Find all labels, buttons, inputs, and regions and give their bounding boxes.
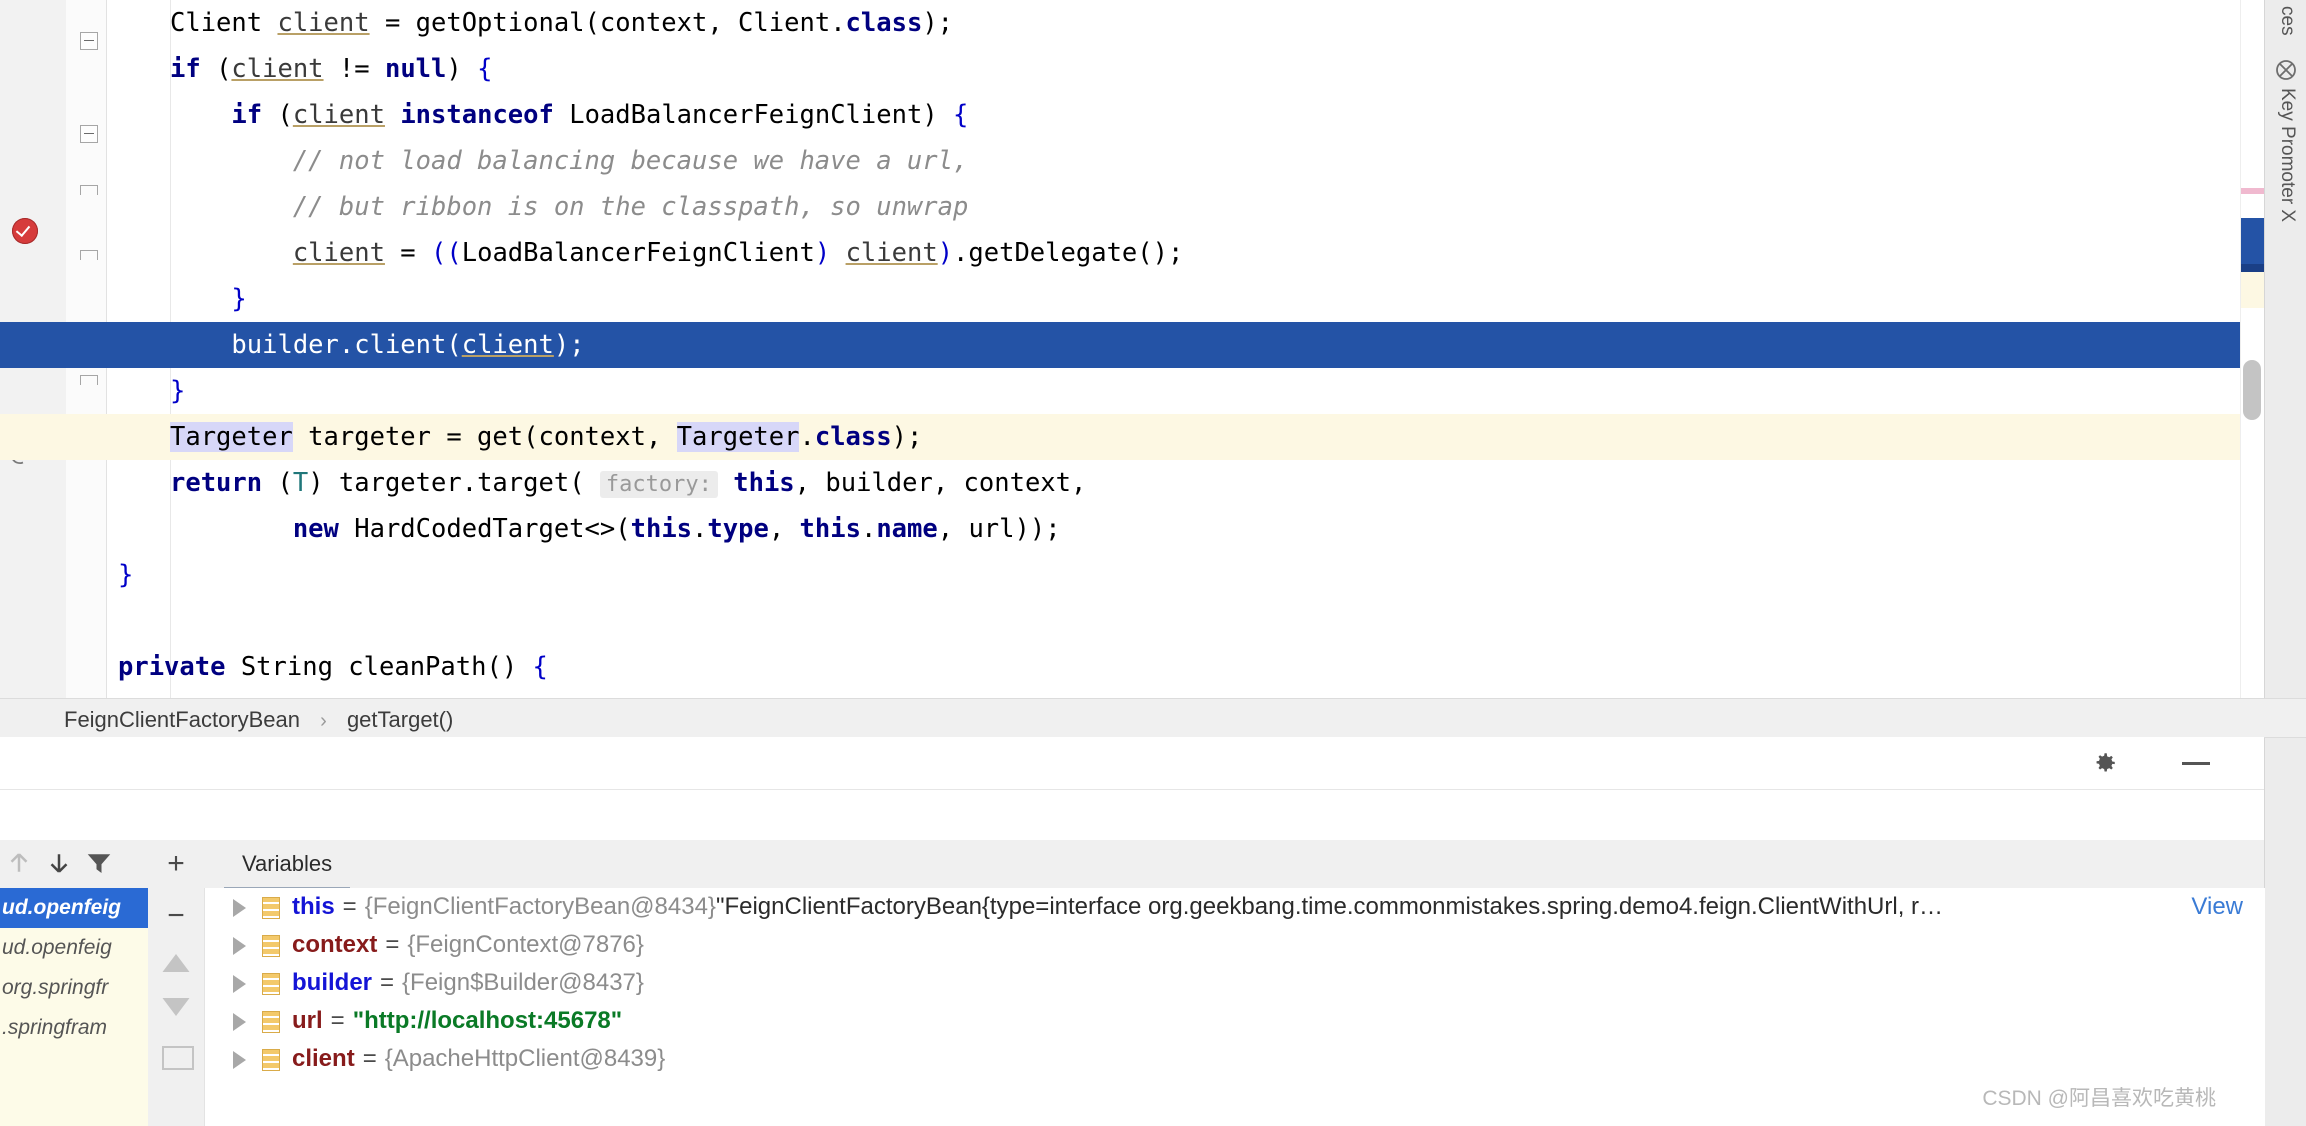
- code-line[interactable]: }: [0, 368, 2240, 414]
- variable-name[interactable]: this: [292, 893, 335, 920]
- editor-marker-stripe[interactable]: [2240, 0, 2265, 698]
- equals-sign: =: [385, 931, 399, 958]
- breadcrumb-class[interactable]: FeignClientFactoryBean: [64, 707, 300, 732]
- variable-row[interactable]: builder = {Feign$Builder@8437}: [205, 964, 2265, 1002]
- up-arrow-icon[interactable]: [158, 948, 194, 978]
- expand-triangle-icon[interactable]: [233, 1013, 246, 1031]
- marker-execution[interactable]: [2241, 218, 2265, 264]
- gear-icon[interactable]: [2092, 750, 2118, 776]
- breadcrumb-method[interactable]: getTarget(): [347, 707, 453, 732]
- marker-warning[interactable]: [2241, 188, 2265, 194]
- variable-name[interactable]: builder: [292, 969, 372, 996]
- code-editor[interactable]: @ Client client = getOptional(context, C…: [0, 0, 2306, 698]
- minimize-icon[interactable]: [2182, 762, 2210, 765]
- variable-value[interactable]: {FeignClientFactoryBean@8434}: [365, 893, 716, 920]
- variable-row[interactable]: client = {ApacheHttpClient@8439}: [205, 1040, 2265, 1078]
- object-value-icon: [262, 897, 280, 919]
- frames-list[interactable]: ud.openfeig ud.openfeig org.springfr .sp…: [0, 888, 149, 1126]
- breadcrumb[interactable]: FeignClientFactoryBean › getTarget(): [0, 698, 2306, 738]
- object-value-icon: [262, 1011, 280, 1033]
- variable-row[interactable]: this = {FeignClientFactoryBean@8434}"Feign…: [205, 888, 2265, 926]
- key-promoter-icon[interactable]: [2274, 58, 2298, 82]
- debug-layout-row: [0, 789, 2264, 841]
- code-line[interactable]: }: [0, 552, 2240, 598]
- code-line-blank[interactable]: [0, 598, 2240, 644]
- object-value-icon: [262, 1049, 280, 1071]
- marker-caret-line[interactable]: [2241, 272, 2265, 308]
- right-tool-window-strip[interactable]: ces Key Promoter X: [2264, 0, 2306, 1126]
- expand-triangle-icon[interactable]: [233, 899, 246, 917]
- debug-toolwindow-header[interactable]: [0, 737, 2264, 840]
- right-strip-top-label[interactable]: ces: [2276, 6, 2298, 36]
- code-line-execution-point[interactable]: builder.client(client);: [0, 322, 2240, 368]
- code-line-comment[interactable]: // but ribbon is on the classpath, so un…: [0, 184, 2240, 230]
- debug-header-row: [0, 737, 2264, 790]
- remove-watch-button[interactable]: −: [158, 898, 194, 934]
- variable-value[interactable]: {FeignContext@7876}: [407, 931, 644, 958]
- code-line-comment[interactable]: // not load balancing because we have a …: [0, 138, 2240, 184]
- code-line-caret[interactable]: Targeter targeter = get(context, Targete…: [0, 414, 2240, 460]
- variable-row[interactable]: url = "http://localhost:45678": [205, 1002, 2265, 1040]
- object-value-icon: [262, 935, 280, 957]
- code-line[interactable]: if (client instanceof LoadBalancerFeignC…: [0, 92, 2240, 138]
- breadcrumb-separator: ›: [320, 710, 327, 732]
- frame-item[interactable]: org.springfr: [0, 968, 148, 1008]
- arrow-down-icon[interactable]: [44, 848, 74, 878]
- variables-tabbar[interactable]: Variables: [204, 840, 2264, 889]
- expand-triangle-icon[interactable]: [233, 975, 246, 993]
- equals-sign: =: [331, 1007, 345, 1034]
- code-line[interactable]: Client client = getOptional(context, Cli…: [0, 0, 2240, 46]
- code-line[interactable]: return (T) targeter.target( factory: thi…: [0, 460, 2240, 506]
- watermark: CSDN @阿昌喜欢吃黄桃: [1982, 1082, 2216, 1112]
- code-content[interactable]: Client client = getOptional(context, Cli…: [0, 0, 2240, 698]
- down-arrow-icon[interactable]: [158, 992, 194, 1022]
- editor-vertical-scrollbar[interactable]: [2243, 360, 2261, 420]
- watches-side-toolbar[interactable]: + −: [148, 840, 205, 1126]
- filter-icon[interactable]: [84, 848, 114, 878]
- code-line[interactable]: new HardCodedTarget<>(this.type, this.na…: [0, 506, 2240, 552]
- variable-row[interactable]: context = {FeignContext@7876}: [205, 926, 2265, 964]
- code-line[interactable]: private String cleanPath() {: [0, 644, 2240, 690]
- object-value-icon: [262, 973, 280, 995]
- code-line[interactable]: }: [0, 276, 2240, 322]
- marker-caret[interactable]: [2241, 264, 2265, 272]
- variable-name[interactable]: context: [292, 931, 377, 958]
- arrow-up-icon[interactable]: [4, 848, 34, 878]
- variable-string-value[interactable]: "http://localhost:45678": [353, 1007, 622, 1034]
- code-line[interactable]: client = ((LoadBalancerFeignClient) clie…: [0, 230, 2240, 276]
- frame-item[interactable]: ud.openfeig: [0, 888, 148, 928]
- variable-name[interactable]: url: [292, 1007, 323, 1034]
- parameter-hint: factory:: [600, 471, 718, 498]
- frames-toolbar[interactable]: [0, 840, 149, 889]
- right-strip-key-promoter-label[interactable]: Key Promoter X: [2276, 88, 2298, 222]
- frame-item[interactable]: ud.openfeig: [0, 928, 148, 968]
- equals-sign: =: [343, 893, 357, 920]
- variable-value[interactable]: {ApacheHttpClient@8439}: [385, 1045, 666, 1072]
- expand-triangle-icon[interactable]: [233, 1051, 246, 1069]
- frame-box-icon[interactable]: [162, 1046, 194, 1070]
- frame-item[interactable]: .springfram: [0, 1008, 148, 1048]
- code-line[interactable]: if (client != null) {: [0, 46, 2240, 92]
- expand-triangle-icon[interactable]: [233, 937, 246, 955]
- add-watch-button[interactable]: +: [158, 846, 194, 882]
- tab-variables[interactable]: Variables: [224, 840, 350, 890]
- equals-sign: =: [363, 1045, 377, 1072]
- view-link[interactable]: View: [2191, 888, 2243, 926]
- variable-string-value[interactable]: "FeignClientFactoryBean{type=interface o…: [716, 893, 1943, 920]
- variable-value[interactable]: {Feign$Builder@8437}: [402, 969, 644, 996]
- variables-list[interactable]: this = {FeignClientFactoryBean@8434}"Feign…: [204, 888, 2265, 1126]
- debugger-panel[interactable]: ud.openfeig ud.openfeig org.springfr .sp…: [0, 840, 2264, 1126]
- variable-name[interactable]: client: [292, 1045, 355, 1072]
- equals-sign: =: [380, 969, 394, 996]
